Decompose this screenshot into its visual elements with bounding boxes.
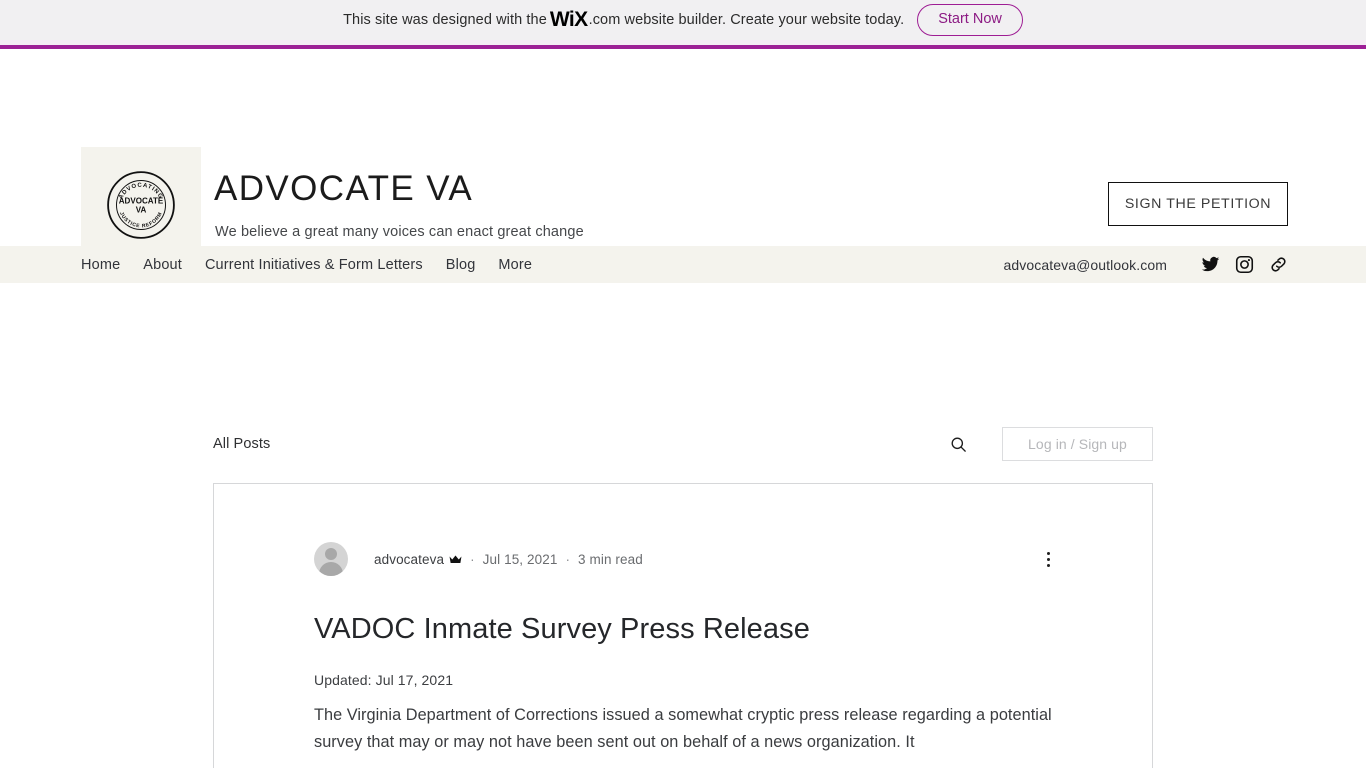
blog-toolbar: All Posts Log in / Sign up [213, 423, 1153, 465]
link-icon[interactable] [1269, 255, 1288, 274]
post-updated-date: Updated: Jul 17, 2021 [314, 672, 454, 688]
avatar-body [319, 562, 343, 576]
admin-crown-icon [449, 554, 462, 563]
avatar[interactable] [314, 542, 348, 576]
post-author[interactable]: advocateva [374, 552, 444, 567]
nav-links: Home About Current Initiatives & Form Le… [81, 257, 532, 273]
kebab-dot-3 [1046, 563, 1050, 567]
svg-text:ADVOCATE: ADVOCATE [119, 197, 164, 206]
nav-item-more[interactable]: More [498, 257, 532, 273]
kebab-dot-2 [1046, 557, 1050, 561]
twitter-icon[interactable] [1201, 255, 1220, 274]
sign-the-petition-button[interactable]: SIGN THE PETITION [1108, 182, 1288, 226]
promo-text-before: This site was designed with the [343, 12, 547, 28]
nav-item-home[interactable]: Home [81, 257, 120, 273]
kebab-dot-1 [1046, 551, 1050, 555]
instagram-icon[interactable] [1235, 255, 1254, 274]
filter-all-posts[interactable]: All Posts [213, 436, 270, 452]
svg-text:VA: VA [136, 206, 147, 215]
main-navigation: Home About Current Initiatives & Form Le… [0, 246, 1366, 283]
blog-toolbar-right: Log in / Sign up [950, 427, 1153, 461]
avatar-head [325, 548, 337, 560]
promo-text: This site was designed with the WiX.com w… [343, 8, 904, 32]
nav-item-about[interactable]: About [143, 257, 182, 273]
advocate-va-seal-icon: ADVOCATING JUSTICE REFORM ADVOCATE VA [107, 171, 175, 239]
post-excerpt: The Virginia Department of Corrections i… [314, 706, 1052, 751]
site-tagline: We believe a great many voices can enact… [215, 224, 584, 240]
promo-text-after: .com website builder. Create your websit… [588, 12, 905, 28]
site-header: ADVOCATING JUSTICE REFORM ADVOCATE VA AD… [0, 49, 1366, 263]
contact-email-link[interactable]: advocateva@outlook.com [1003, 257, 1167, 273]
meta-separator-2: · [565, 551, 571, 567]
blog-post-card[interactable]: advocateva · Jul 15, 2021 · 3 min read V… [213, 483, 1153, 768]
search-icon[interactable] [950, 436, 967, 453]
post-meta: advocateva · Jul 15, 2021 · 3 min read [314, 542, 643, 576]
post-more-options-icon[interactable] [1036, 547, 1060, 571]
nav-item-current-initiatives[interactable]: Current Initiatives & Form Letters [205, 257, 423, 273]
meta-separator-1: · [470, 551, 475, 567]
post-meta-text: advocateva · Jul 15, 2021 · 3 min read [374, 552, 643, 567]
nav-right-cluster: advocateva@outlook.com [1003, 255, 1288, 274]
start-now-button[interactable]: Start Now [917, 4, 1023, 36]
login-signup-button[interactable]: Log in / Sign up [1002, 427, 1153, 461]
wix-promo-banner: This site was designed with the WiX.com w… [0, 0, 1366, 40]
nav-item-blog[interactable]: Blog [446, 257, 476, 273]
page-title: ADVOCATE VA [214, 169, 474, 208]
post-date: Jul 15, 2021 [482, 551, 558, 567]
post-title[interactable]: VADOC Inmate Survey Press Release [314, 611, 810, 647]
blog-feed: All Posts Log in / Sign up advocateva · … [0, 283, 1366, 768]
wix-logo: WiX [549, 8, 588, 31]
post-read-time: 3 min read [578, 551, 643, 567]
